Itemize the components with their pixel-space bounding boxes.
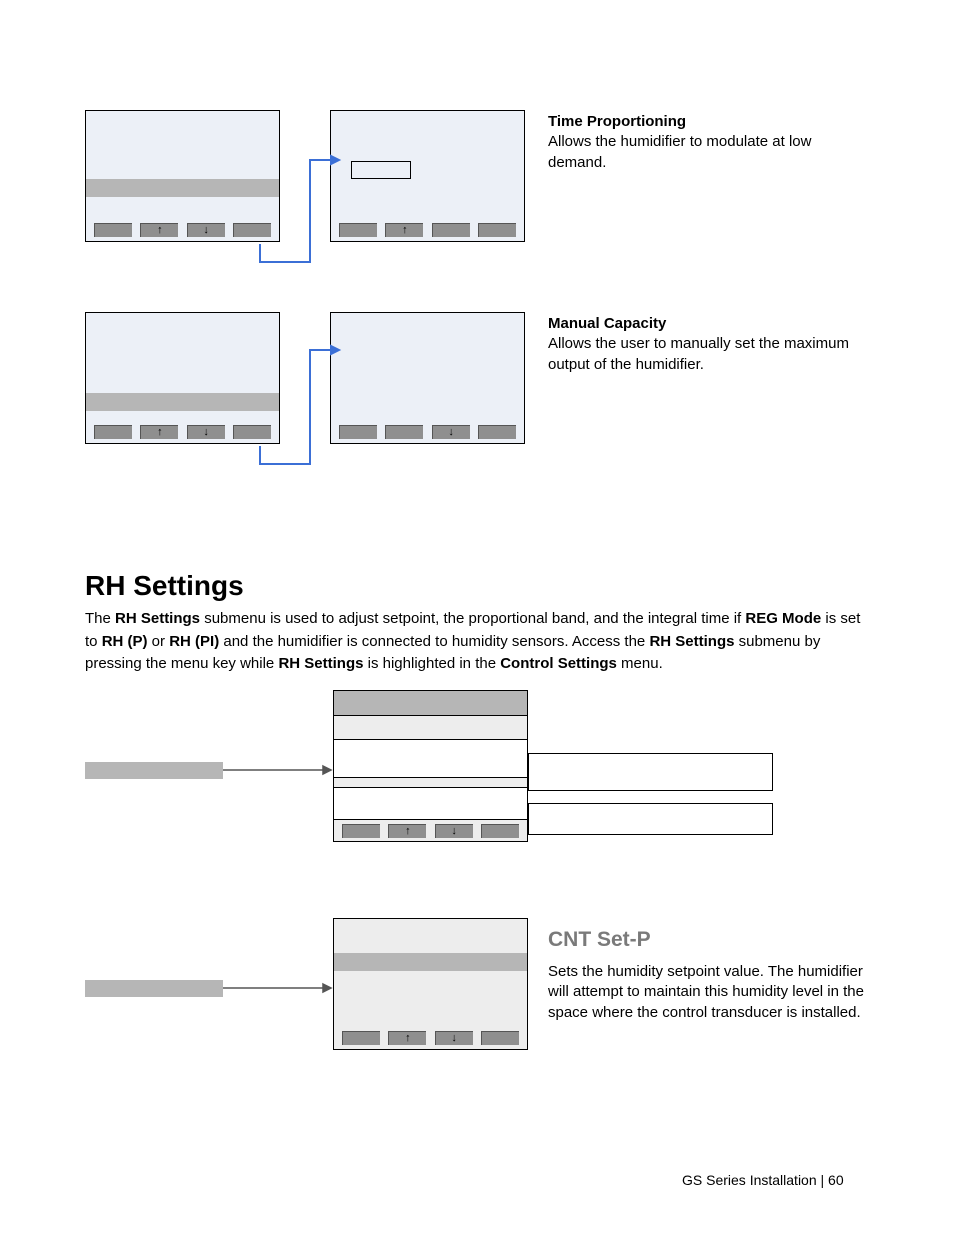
page-footer: GS Series Installation | 60 [682,1172,844,1188]
arrow-down-icon: ↓ [451,1033,457,1044]
arrow-down-icon: ↓ [203,225,209,236]
desc-title: Time Proportioning [548,113,686,130]
desc-body: Allows the humidifier to modulate at low… [548,133,811,170]
soft-button[interactable] [481,824,519,838]
down-button[interactable]: ↓ [435,1031,473,1045]
button-row: ↑ ↓ [86,425,279,439]
arrow-up-icon: ↑ [157,225,163,236]
down-button[interactable]: ↓ [432,425,470,439]
soft-button[interactable] [342,824,380,838]
up-button[interactable]: ↑ [388,1031,426,1045]
lcd-panel-2-right: ↓ [330,312,525,444]
bar [86,393,279,411]
soft-button[interactable] [342,1031,380,1045]
button-row: ↑ [331,223,524,237]
desc-title: Manual Capacity [548,315,666,332]
lcd-panel-1-right: ↑ [330,110,525,242]
lcd-panel-cnt: ↑ ↓ [333,918,528,1050]
arrow-down-icon: ↓ [448,427,454,438]
soft-button[interactable] [478,223,516,237]
rh-menu-panel: ↑ ↓ [333,690,528,842]
bar [334,953,527,971]
soft-button[interactable] [385,425,423,439]
bar [86,179,279,197]
menu-row [334,691,527,715]
lcd-panel-1-left: ↑ ↓ [85,110,280,242]
soft-button[interactable] [432,223,470,237]
down-button[interactable]: ↓ [187,425,225,439]
button-row: ↓ [331,425,524,439]
side-arrow [223,980,333,1000]
menu-row [334,739,527,777]
desc-body: Allows the user to manually set the maxi… [548,335,849,372]
connector-arrow [255,150,345,270]
menu-ext-box [528,803,773,835]
section-title-rh-settings: RH Settings [85,570,244,602]
side-label [85,980,223,997]
arrow-down-icon: ↓ [203,427,209,438]
up-button[interactable]: ↑ [140,425,178,439]
side-arrow [223,762,333,782]
menu-row [334,787,527,819]
button-row: ↑ ↓ [86,223,279,237]
sub-body-cnt-setp: Sets the humidity setpoint value. The hu… [548,962,868,1023]
side-label [85,762,223,779]
arrow-down-icon: ↓ [451,826,457,837]
menu-row [334,715,527,739]
soft-button[interactable] [481,1031,519,1045]
up-button[interactable]: ↑ [388,824,426,838]
soft-button[interactable] [94,223,132,237]
menu-ext-box [528,753,773,791]
up-button[interactable]: ↑ [385,223,423,237]
lcd-panel-2-left: ↑ ↓ [85,312,280,444]
inner-box [351,161,411,179]
arrow-up-icon: ↑ [405,1033,411,1044]
arrow-up-icon: ↑ [157,427,163,438]
down-button[interactable]: ↓ [435,824,473,838]
connector-arrow [255,340,345,470]
desc-time-proportioning: Time Proportioning Allows the humidifier… [548,112,858,173]
desc-manual-capacity: Manual Capacity Allows the user to manua… [548,314,858,375]
button-row: ↑ ↓ [334,819,527,841]
menu-gap [334,777,527,787]
up-button[interactable]: ↑ [140,223,178,237]
section-body-rh-settings: The RH Settings submenu is used to adjus… [85,608,869,676]
down-button[interactable]: ↓ [187,223,225,237]
soft-button[interactable] [478,425,516,439]
sub-title-cnt-setp: CNT Set-P [548,928,651,952]
arrow-up-icon: ↑ [405,826,411,837]
button-row: ↑ ↓ [334,1031,527,1045]
soft-button[interactable] [94,425,132,439]
arrow-up-icon: ↑ [402,225,408,236]
